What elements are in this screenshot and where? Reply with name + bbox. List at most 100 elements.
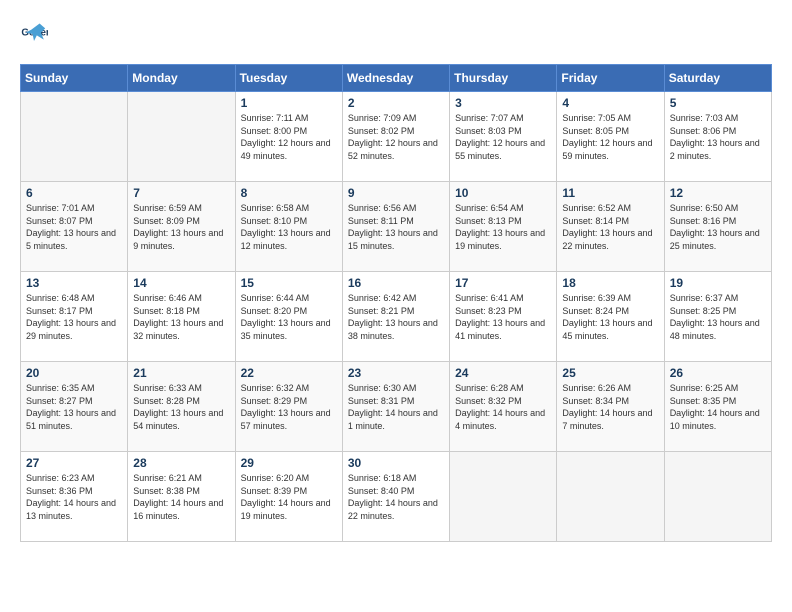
day-info: Sunrise: 6:30 AM Sunset: 8:31 PM Dayligh… [348, 382, 444, 432]
day-info: Sunrise: 6:20 AM Sunset: 8:39 PM Dayligh… [241, 472, 337, 522]
day-info: Sunrise: 6:46 AM Sunset: 8:18 PM Dayligh… [133, 292, 229, 342]
day-info: Sunrise: 6:33 AM Sunset: 8:28 PM Dayligh… [133, 382, 229, 432]
day-info: Sunrise: 7:09 AM Sunset: 8:02 PM Dayligh… [348, 112, 444, 162]
day-info: Sunrise: 6:21 AM Sunset: 8:38 PM Dayligh… [133, 472, 229, 522]
day-info: Sunrise: 6:44 AM Sunset: 8:20 PM Dayligh… [241, 292, 337, 342]
header-day-monday: Monday [128, 65, 235, 92]
day-info: Sunrise: 6:42 AM Sunset: 8:21 PM Dayligh… [348, 292, 444, 342]
day-cell: 2 Sunrise: 7:09 AM Sunset: 8:02 PM Daylig… [342, 92, 449, 182]
day-cell: 8 Sunrise: 6:58 AM Sunset: 8:10 PM Daylig… [235, 182, 342, 272]
day-cell [664, 452, 771, 542]
day-info: Sunrise: 6:58 AM Sunset: 8:10 PM Dayligh… [241, 202, 337, 252]
day-info: Sunrise: 6:25 AM Sunset: 8:35 PM Dayligh… [670, 382, 766, 432]
day-number: 28 [133, 456, 229, 470]
day-info: Sunrise: 6:32 AM Sunset: 8:29 PM Dayligh… [241, 382, 337, 432]
day-cell: 20Sunrise: 6:35 AM Sunset: 8:27 PM Dayli… [21, 362, 128, 452]
day-number: 15 [241, 276, 337, 290]
day-cell: 30 Sunrise: 6:18 AM Sunset: 8:40 PM Dayli… [342, 452, 449, 542]
day-cell: 18 Sunrise: 6:39 AM Sunset: 8:24 PM Dayli… [557, 272, 664, 362]
day-number: 17 [455, 276, 551, 290]
day-cell [557, 452, 664, 542]
day-number: 8 [241, 186, 337, 200]
day-number: 9 [348, 186, 444, 200]
day-info: Sunrise: 6:37 AM Sunset: 8:25 PM Dayligh… [670, 292, 766, 342]
day-number: 27 [26, 456, 122, 470]
day-number: 20 [26, 366, 122, 380]
day-cell: 16 Sunrise: 6:42 AM Sunset: 8:21 PM Dayli… [342, 272, 449, 362]
header-row: SundayMondayTuesdayWednesdayThursdayFrid… [21, 65, 772, 92]
day-info: Sunrise: 7:03 AM Sunset: 8:06 PM Dayligh… [670, 112, 766, 162]
day-number: 26 [670, 366, 766, 380]
day-cell: 11 Sunrise: 6:52 AM Sunset: 8:14 PM Dayli… [557, 182, 664, 272]
day-cell: 9 Sunrise: 6:56 AM Sunset: 8:11 PM Daylig… [342, 182, 449, 272]
day-info: Sunrise: 7:01 AM Sunset: 8:07 PM Dayligh… [26, 202, 122, 252]
day-cell: 29 Sunrise: 6:20 AM Sunset: 8:39 PM Dayli… [235, 452, 342, 542]
week-row-4: 20Sunrise: 6:35 AM Sunset: 8:27 PM Dayli… [21, 362, 772, 452]
day-info: Sunrise: 6:56 AM Sunset: 8:11 PM Dayligh… [348, 202, 444, 252]
day-info: Sunrise: 6:52 AM Sunset: 8:14 PM Dayligh… [562, 202, 658, 252]
day-number: 23 [348, 366, 444, 380]
day-info: Sunrise: 6:18 AM Sunset: 8:40 PM Dayligh… [348, 472, 444, 522]
day-number: 12 [670, 186, 766, 200]
day-info: Sunrise: 6:59 AM Sunset: 8:09 PM Dayligh… [133, 202, 229, 252]
day-cell: 13Sunrise: 6:48 AM Sunset: 8:17 PM Dayli… [21, 272, 128, 362]
day-cell: 1 Sunrise: 7:11 AM Sunset: 8:00 PM Daylig… [235, 92, 342, 182]
week-row-5: 27 Sunrise: 6:23 AM Sunset: 8:36 PM Dayli… [21, 452, 772, 542]
day-number: 19 [670, 276, 766, 290]
page-header: General [20, 20, 772, 48]
header-day-thursday: Thursday [450, 65, 557, 92]
day-info: Sunrise: 6:26 AM Sunset: 8:34 PM Dayligh… [562, 382, 658, 432]
day-cell: 3Sunrise: 7:07 AM Sunset: 8:03 PM Daylig… [450, 92, 557, 182]
day-number: 4 [562, 96, 658, 110]
day-number: 18 [562, 276, 658, 290]
day-number: 21 [133, 366, 229, 380]
day-info: Sunrise: 6:50 AM Sunset: 8:16 PM Dayligh… [670, 202, 766, 252]
header-day-wednesday: Wednesday [342, 65, 449, 92]
day-cell: 26 Sunrise: 6:25 AM Sunset: 8:35 PM Dayli… [664, 362, 771, 452]
day-info: Sunrise: 6:28 AM Sunset: 8:32 PM Dayligh… [455, 382, 551, 432]
day-cell [21, 92, 128, 182]
calendar-header: SundayMondayTuesdayWednesdayThursdayFrid… [21, 65, 772, 92]
calendar-body: 1 Sunrise: 7:11 AM Sunset: 8:00 PM Daylig… [21, 92, 772, 542]
day-cell: 14 Sunrise: 6:46 AM Sunset: 8:18 PM Dayli… [128, 272, 235, 362]
day-number: 2 [348, 96, 444, 110]
day-number: 10 [455, 186, 551, 200]
day-number: 7 [133, 186, 229, 200]
day-number: 30 [348, 456, 444, 470]
logo: General [20, 20, 52, 48]
day-info: Sunrise: 6:39 AM Sunset: 8:24 PM Dayligh… [562, 292, 658, 342]
day-cell: 6 Sunrise: 7:01 AM Sunset: 8:07 PM Daylig… [21, 182, 128, 272]
day-cell: 23 Sunrise: 6:30 AM Sunset: 8:31 PM Dayli… [342, 362, 449, 452]
day-info: Sunrise: 6:23 AM Sunset: 8:36 PM Dayligh… [26, 472, 122, 522]
day-cell: 21 Sunrise: 6:33 AM Sunset: 8:28 PM Dayli… [128, 362, 235, 452]
day-number: 5 [670, 96, 766, 110]
day-cell: 27 Sunrise: 6:23 AM Sunset: 8:36 PM Dayli… [21, 452, 128, 542]
day-number: 1 [241, 96, 337, 110]
week-row-1: 1 Sunrise: 7:11 AM Sunset: 8:00 PM Daylig… [21, 92, 772, 182]
day-info: Sunrise: 6:41 AM Sunset: 8:23 PM Dayligh… [455, 292, 551, 342]
day-cell: 4Sunrise: 7:05 AM Sunset: 8:05 PM Daylig… [557, 92, 664, 182]
day-cell: 10Sunrise: 6:54 AM Sunset: 8:13 PM Dayli… [450, 182, 557, 272]
day-cell: 5 Sunrise: 7:03 AM Sunset: 8:06 PM Daylig… [664, 92, 771, 182]
day-number: 16 [348, 276, 444, 290]
week-row-2: 6 Sunrise: 7:01 AM Sunset: 8:07 PM Daylig… [21, 182, 772, 272]
day-number: 11 [562, 186, 658, 200]
day-cell: 15 Sunrise: 6:44 AM Sunset: 8:20 PM Dayli… [235, 272, 342, 362]
day-info: Sunrise: 7:07 AM Sunset: 8:03 PM Dayligh… [455, 112, 551, 162]
day-cell: 12 Sunrise: 6:50 AM Sunset: 8:16 PM Dayli… [664, 182, 771, 272]
header-day-friday: Friday [557, 65, 664, 92]
header-day-saturday: Saturday [664, 65, 771, 92]
day-info: Sunrise: 6:48 AM Sunset: 8:17 PM Dayligh… [26, 292, 122, 342]
day-number: 6 [26, 186, 122, 200]
header-day-tuesday: Tuesday [235, 65, 342, 92]
day-number: 29 [241, 456, 337, 470]
day-info: Sunrise: 7:11 AM Sunset: 8:00 PM Dayligh… [241, 112, 337, 162]
day-number: 24 [455, 366, 551, 380]
logo-icon: General [20, 20, 48, 48]
day-cell: 28 Sunrise: 6:21 AM Sunset: 8:38 PM Dayli… [128, 452, 235, 542]
header-day-sunday: Sunday [21, 65, 128, 92]
day-cell: 24 Sunrise: 6:28 AM Sunset: 8:32 PM Dayli… [450, 362, 557, 452]
day-cell [450, 452, 557, 542]
day-cell: 7 Sunrise: 6:59 AM Sunset: 8:09 PM Daylig… [128, 182, 235, 272]
day-number: 14 [133, 276, 229, 290]
